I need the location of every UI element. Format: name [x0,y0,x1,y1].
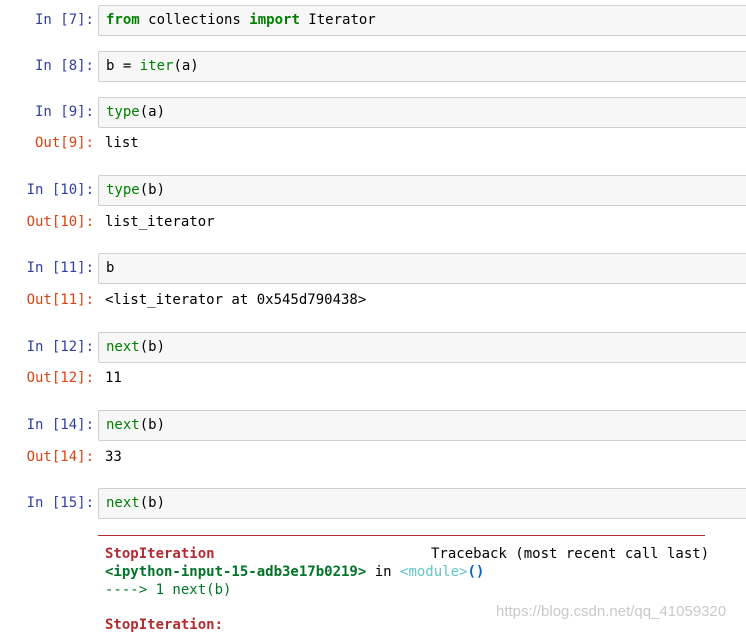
in-prompt: In [11]: [26,260,94,276]
cell-output: 11 [105,370,122,386]
builtin-next: next [106,339,140,355]
cell-output: list_iterator [105,214,215,230]
in-prompt: In [9]: [34,104,94,120]
in-prompt: In [7]: [34,12,94,28]
out-prompt: Out[11]: [26,292,94,308]
out-prompt: Out[10]: [26,214,94,230]
in-prompt: In [14]: [26,417,94,433]
code-text: next(b) [106,417,165,433]
code-assign: b = [106,58,140,74]
in-prompt: In [12]: [26,339,94,355]
code-text: type(a) [106,104,165,120]
builtin-next: next [106,495,140,511]
cell-output: list [105,135,139,151]
code-input-area[interactable]: type(b) [98,175,746,206]
traceback-header: Traceback (most recent call last) [431,546,710,562]
code-name: Iterator [299,12,376,28]
code-input-area[interactable]: next(b) [98,410,746,441]
code-input-area[interactable]: next(b) [98,488,746,519]
keyword-from: from [106,12,140,28]
traceback-in-word: in [366,564,401,580]
builtin-iter: iter [139,58,174,74]
code-args: (b) [139,339,166,355]
code-input-area[interactable]: type(a) [98,97,746,128]
traceback-location-line: <ipython-input-15-adb3e17b0219> in <modu… [105,564,484,580]
builtin-type: type [106,182,140,198]
in-prompt: In [8]: [34,58,94,74]
code-input-area[interactable]: next(b) [98,332,746,363]
out-prompt: Out[14]: [26,449,94,465]
in-prompt: In [15]: [26,495,94,511]
code-module: collections [139,12,250,28]
builtin-next: next [106,417,140,433]
traceback-divider [98,535,705,536]
code-args: (a) [139,104,166,120]
traceback-location: <ipython-input-15-adb3e17b0219> [105,564,367,580]
traceback-parens: () [467,564,485,580]
in-prompt: In [10]: [26,182,94,198]
error-name: StopIteration [105,546,215,562]
final-error: StopIteration: [105,617,224,633]
out-prompt: Out[12]: [26,370,94,386]
code-args: (b) [139,417,166,433]
traceback-module: <module> [400,564,468,580]
code-args: (a) [173,58,199,74]
cell-output: 33 [105,449,122,465]
code-input-area[interactable]: b = iter(a) [98,51,746,82]
out-prompt: Out[9]: [34,135,94,151]
watermark: https://blog.csdn.net/qq_41059320 [496,603,727,620]
code-text: b = iter(a) [106,58,199,74]
code-text: next(b) [106,339,165,355]
code-text: b [106,260,114,276]
builtin-type: type [106,104,140,120]
code-args: (b) [139,495,166,511]
keyword-import: import [249,12,300,28]
code-input-area[interactable]: b [98,253,746,284]
code-text: from collections import Iterator [106,12,376,28]
code-args: (b) [139,182,166,198]
cell-output: <list_iterator at 0x545d790438> [105,292,367,308]
traceback-arrow-line: ----> 1 next(b) [105,582,231,598]
traceback-arrow-code: ----> 1 next(b) [105,582,232,598]
code-text: type(b) [106,182,165,198]
code-text: next(b) [106,495,165,511]
code-variable: b [106,260,115,276]
code-input-area[interactable]: from collections import Iterator [98,5,746,36]
